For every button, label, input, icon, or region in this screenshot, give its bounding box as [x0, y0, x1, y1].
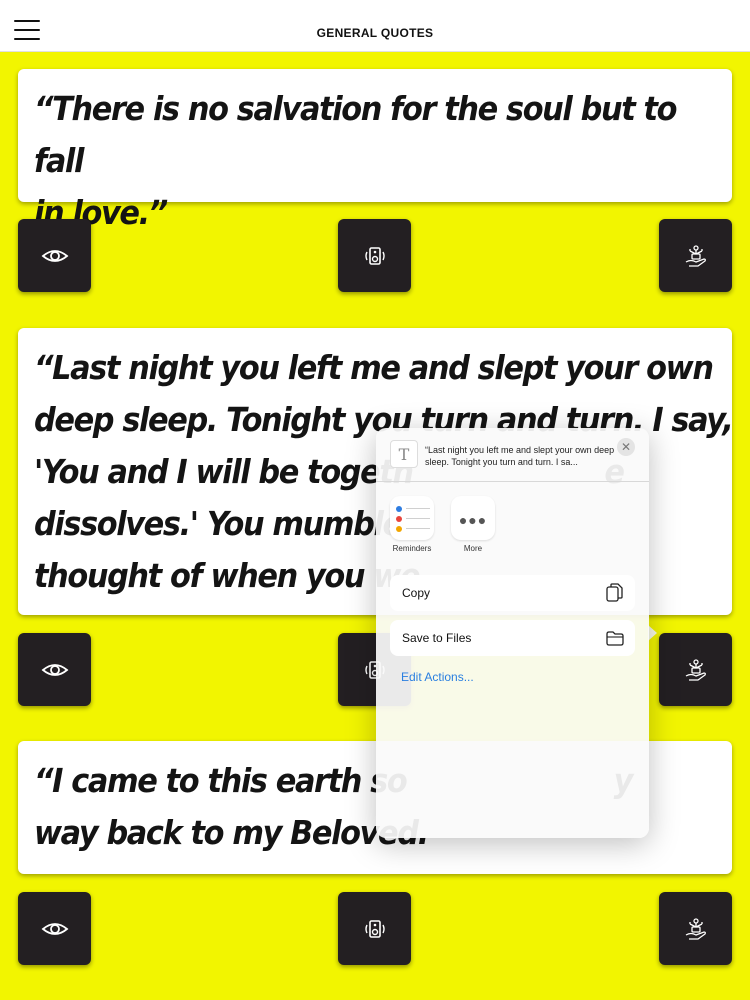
eye-icon	[41, 249, 68, 262]
speak-button[interactable]	[338, 892, 411, 965]
more-icon: ●●●	[458, 512, 488, 528]
copy-icon	[606, 583, 623, 602]
more-label: More	[463, 544, 483, 553]
close-button[interactable]: ✕	[617, 438, 635, 456]
speaker-icon	[364, 919, 385, 938]
edit-actions-link[interactable]: Edit Actions...	[401, 670, 474, 684]
share-sheet-arrow	[648, 625, 657, 641]
reminders-label: Reminders	[392, 544, 432, 553]
share-hand-icon	[685, 917, 706, 940]
quote-card: “There is no salvation for the soul but …	[18, 69, 732, 232]
share-sheet-header: T “Last night you left me and slept your…	[376, 428, 649, 482]
share-hand-icon	[685, 658, 706, 681]
copy-action[interactable]: Copy	[390, 575, 635, 611]
share-button[interactable]	[659, 892, 732, 965]
speak-button[interactable]	[338, 219, 411, 292]
more-app-button[interactable]: ●●●	[451, 496, 495, 540]
page-title: GENERAL QUOTES	[316, 26, 434, 40]
eye-icon	[41, 922, 68, 935]
share-hand-icon	[685, 244, 706, 267]
reminders-app-button[interactable]	[390, 496, 434, 540]
top-bar: GENERAL QUOTES	[0, 0, 750, 52]
share-button[interactable]	[659, 633, 732, 706]
copy-label: Copy	[402, 586, 431, 600]
view-button[interactable]	[18, 892, 91, 965]
share-sheet: T “Last night you left me and slept your…	[376, 428, 649, 838]
save-to-files-label: Save to Files	[402, 631, 472, 645]
share-button[interactable]	[659, 219, 732, 292]
share-preview-text: “Last night you left me and slept your o…	[425, 445, 615, 467]
speaker-icon	[364, 246, 385, 265]
quote-text: “There is no salvation for the soul but …	[34, 89, 678, 232]
view-button[interactable]	[18, 633, 91, 706]
eye-icon	[41, 663, 68, 676]
save-to-files-action[interactable]: Save to Files	[390, 620, 635, 656]
folder-icon	[606, 631, 624, 646]
view-button[interactable]	[18, 219, 91, 292]
text-document-icon: T	[390, 440, 418, 468]
